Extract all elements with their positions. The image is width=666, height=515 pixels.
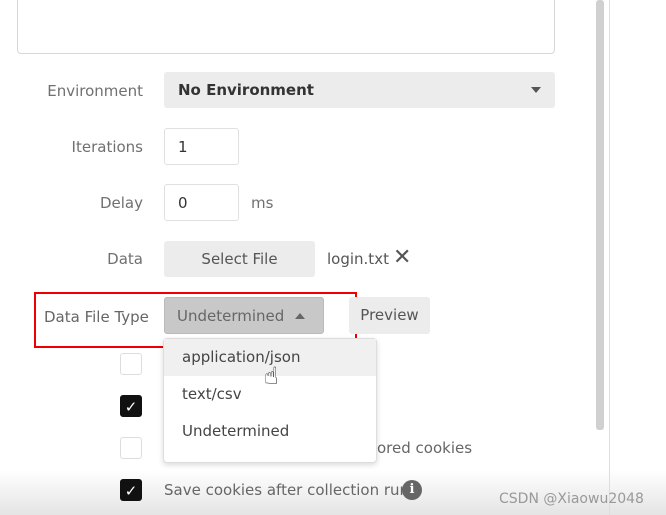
option-checkbox-1[interactable]: [120, 353, 142, 375]
data-file-type-label: Data File Type: [44, 308, 149, 326]
delay-input[interactable]: 0: [164, 184, 239, 221]
description-textarea[interactable]: [17, 0, 555, 54]
data-file-type-value: Undetermined: [177, 307, 285, 325]
option-checkbox-2[interactable]: ✓: [120, 395, 142, 417]
data-file-type-dropdown: application/json text/csv Undetermined: [163, 338, 377, 463]
save-cookies-label: Save cookies after collection run: [164, 481, 410, 499]
divider: [609, 0, 610, 515]
option-checkbox-4[interactable]: ✓: [120, 479, 142, 501]
environment-label: Environment: [47, 82, 143, 100]
scrollbar[interactable]: [596, 0, 604, 430]
caret-up-icon: [295, 313, 305, 319]
caret-down-icon: [531, 87, 541, 93]
dropdown-option-undetermined[interactable]: Undetermined: [164, 413, 376, 450]
preview-button[interactable]: Preview: [349, 297, 430, 334]
option-label-3: ored cookies: [377, 439, 473, 457]
data-filename: login.txt: [327, 250, 389, 268]
remove-file-icon[interactable]: ✕: [393, 245, 411, 270]
environment-select[interactable]: No Environment: [164, 72, 555, 108]
environment-value: No Environment: [178, 81, 314, 99]
select-file-button[interactable]: Select File: [164, 241, 315, 277]
data-label: Data: [107, 250, 143, 268]
info-icon[interactable]: i: [402, 480, 422, 500]
hand-cursor-icon: ☝: [264, 362, 279, 390]
option-checkbox-3[interactable]: [120, 437, 142, 459]
data-file-type-select[interactable]: Undetermined: [164, 297, 324, 334]
iterations-label: Iterations: [71, 138, 143, 156]
delay-unit: ms: [251, 194, 274, 212]
delay-label: Delay: [99, 194, 143, 212]
iterations-input[interactable]: 1: [164, 128, 239, 165]
watermark: CSDN @Xiaowu2048: [499, 491, 644, 507]
